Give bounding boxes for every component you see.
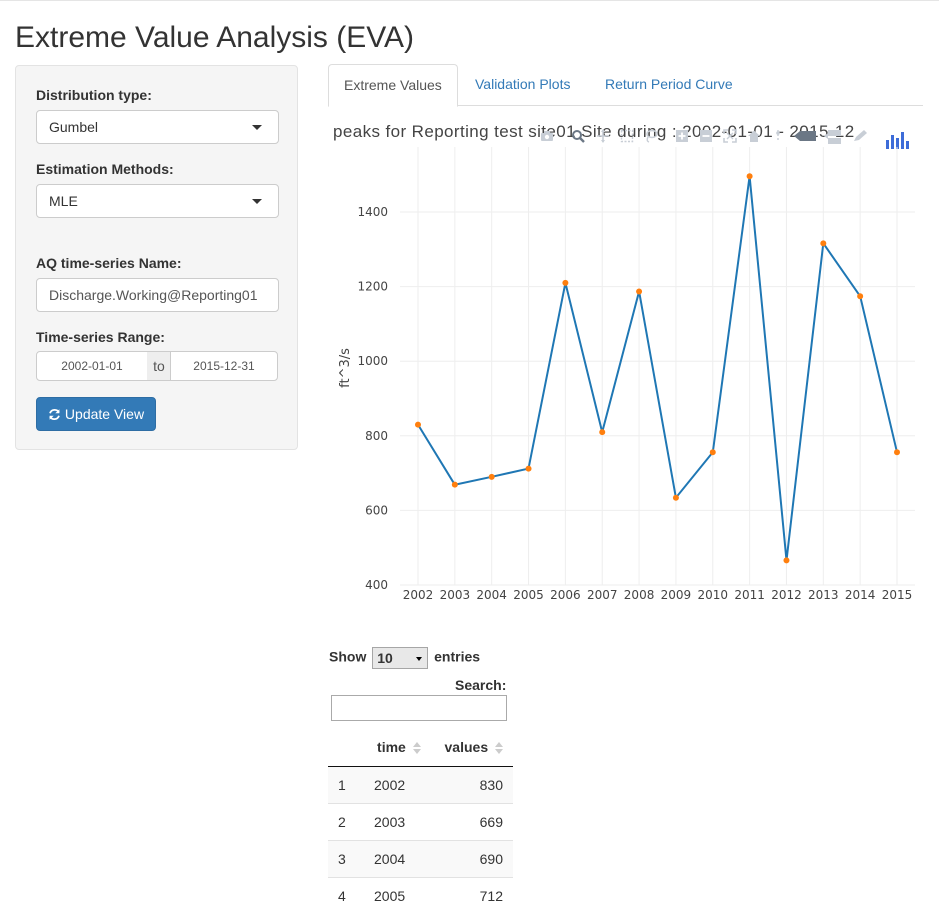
refresh-icon: [49, 408, 60, 420]
start-date-input[interactable]: 2002-01-01: [36, 351, 148, 381]
data-point[interactable]: [415, 421, 421, 428]
y-tick-label: 800: [365, 429, 388, 443]
data-table: time values 1 2002 830 2 2003 669 3 2004…: [328, 728, 513, 914]
y-axis-label: ft^3/s: [338, 348, 353, 388]
estimation-value: MLE: [49, 193, 78, 209]
row-time: 2003: [364, 802, 431, 840]
row-value: 669: [430, 802, 513, 840]
data-point[interactable]: [525, 465, 532, 472]
distribution-value: Gumbel: [49, 119, 99, 135]
x-tick-label: 2002: [403, 588, 434, 602]
x-tick-label: 2014: [845, 588, 876, 602]
top-divider: [0, 0, 939, 1]
x-tick-label: 2004: [476, 588, 507, 602]
row-time: 2002: [364, 765, 431, 803]
series-name-label: AQ time-series Name:: [36, 255, 182, 271]
row-value: 712: [430, 876, 513, 914]
data-point[interactable]: [783, 557, 790, 564]
sort-icon: [495, 742, 503, 755]
data-point[interactable]: [709, 449, 716, 456]
update-view-label: Update View: [64, 406, 145, 422]
estimation-select[interactable]: MLE: [36, 184, 279, 218]
table-row[interactable]: 2 2003 669: [328, 802, 513, 840]
row-index: 2: [328, 802, 364, 840]
row-time: 2005: [364, 876, 431, 914]
y-axis-ticks: 400 600 800 1000 1200 1400: [357, 205, 388, 592]
y-tick-label: 400: [365, 578, 388, 592]
table-header-row: time values: [328, 728, 513, 767]
data-point[interactable]: [746, 173, 753, 180]
distribution-select[interactable]: Gumbel: [36, 110, 279, 144]
range-separator: to: [147, 351, 171, 381]
x-tick-label: 2013: [808, 588, 839, 602]
page-title: Extreme Value Analysis (EVA): [15, 21, 415, 54]
table-row[interactable]: 4 2005 712: [328, 876, 513, 914]
series-name-input[interactable]: [36, 278, 279, 312]
row-index: 3: [328, 839, 364, 877]
x-tick-label: 2011: [734, 588, 765, 602]
data-point[interactable]: [636, 288, 643, 295]
range-label: Time-series Range:: [36, 329, 165, 345]
y-tick-label: 1400: [357, 205, 388, 219]
x-axis-ticks: 2002 2003 2004 2005 2006 2007 2008 2009 2010 2011…: [403, 588, 913, 602]
line-chart: ft^3/s 400600800100012001400 2002 2003 200…: [338, 147, 915, 602]
x-tick-label: 2005: [513, 588, 544, 602]
data-point[interactable]: [820, 240, 827, 247]
data-point[interactable]: [562, 279, 569, 286]
row-index: 4: [328, 876, 364, 914]
row-index: 1: [328, 765, 364, 803]
chevron-down-icon: [252, 199, 262, 204]
x-tick-label: 2010: [697, 588, 728, 602]
estimation-label: Estimation Methods:: [36, 161, 174, 177]
chevron-down-icon: [416, 657, 423, 661]
data-point[interactable]: [451, 481, 458, 488]
tab-extreme-values[interactable]: Extreme Values: [328, 64, 458, 107]
x-tick-label: 2012: [771, 588, 802, 602]
column-header-values[interactable]: values: [430, 728, 513, 767]
x-tick-label: 2003: [440, 588, 471, 602]
x-tick-label: 2008: [624, 588, 655, 602]
x-tick-label: 2007: [587, 588, 618, 602]
search-input[interactable]: [331, 695, 507, 721]
tab-bar: Extreme Values Validation Plots Return P…: [328, 64, 923, 107]
data-point[interactable]: [488, 473, 495, 480]
data-point[interactable]: [894, 449, 900, 456]
update-view-button[interactable]: Update View: [36, 397, 156, 431]
x-tick-label: 2015: [882, 588, 913, 602]
y-tick-label: 1000: [357, 354, 388, 368]
y-tick-label: 1200: [357, 280, 388, 294]
series-line: [417, 176, 898, 561]
entries-label: entries: [434, 648, 481, 665]
data-point[interactable]: [599, 429, 606, 436]
row-value: 690: [430, 839, 513, 877]
entries-select[interactable]: 10: [372, 647, 429, 669]
column-header-values-label: values: [444, 738, 489, 755]
tab-validation-plots[interactable]: Validation Plots: [460, 64, 585, 106]
end-date-input[interactable]: 2015-12-31: [170, 351, 278, 381]
sort-icon: [412, 742, 421, 755]
distribution-label: Distribution type:: [36, 87, 152, 103]
entries-value: 10: [377, 650, 393, 666]
grid-lines: [400, 147, 915, 586]
data-point[interactable]: [672, 494, 679, 501]
table-row[interactable]: 3 2004 690: [328, 839, 513, 877]
table-row[interactable]: 1 2002 830: [328, 765, 513, 803]
entries-length-control: Show 10 entries: [329, 647, 480, 669]
data-point[interactable]: [857, 293, 864, 300]
column-header-index: [328, 728, 364, 767]
chart-container: ual peaks for Reporting test site01 Site…: [328, 112, 939, 612]
row-time: 2004: [364, 839, 431, 877]
search-label: Search:: [455, 677, 507, 693]
x-tick-label: 2006: [550, 588, 581, 602]
x-tick-label: 2009: [661, 588, 692, 602]
column-header-time[interactable]: time: [364, 728, 431, 767]
sidebar-panel: Distribution type: Gumbel Estimation Met…: [15, 65, 298, 450]
series-markers: [415, 173, 900, 564]
y-tick-label: 600: [365, 503, 388, 517]
column-header-time-label: time: [377, 738, 406, 755]
row-value: 830: [430, 765, 513, 803]
show-label: Show: [329, 648, 367, 665]
chevron-down-icon: [252, 125, 262, 130]
tab-return-period-curve[interactable]: Return Period Curve: [590, 64, 748, 106]
